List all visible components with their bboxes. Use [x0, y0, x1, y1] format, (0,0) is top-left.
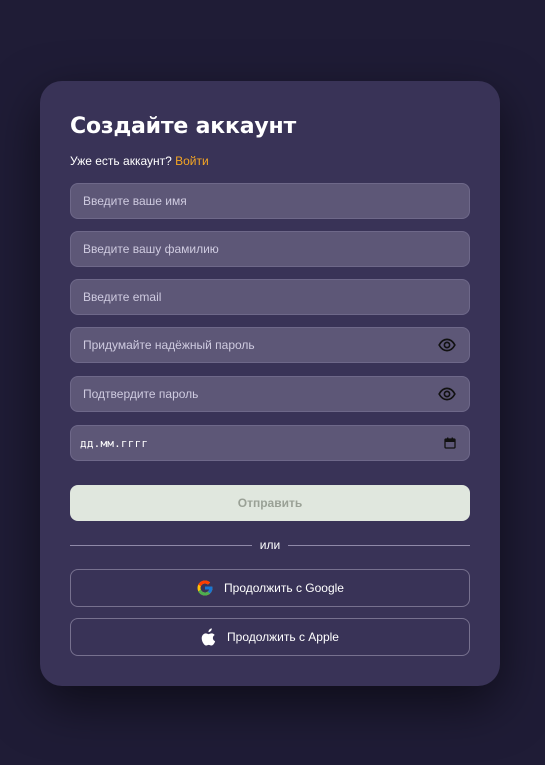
have-account-text: Уже есть аккаунт?	[70, 154, 176, 168]
submit-button[interactable]: Отправить	[70, 485, 470, 521]
apple-icon	[201, 628, 217, 646]
eye-icon[interactable]	[437, 335, 457, 355]
google-signin-button[interactable]: Продолжить с Google	[70, 569, 470, 607]
last-name-input[interactable]	[83, 242, 457, 256]
confirm-password-input[interactable]	[83, 387, 437, 401]
divider-line-right	[288, 544, 471, 546]
confirm-password-field[interactable]	[70, 376, 470, 412]
first-name-field[interactable]	[70, 183, 470, 219]
divider-line-left	[70, 544, 252, 546]
apple-signin-button[interactable]: Продолжить с Apple	[70, 618, 470, 656]
login-link[interactable]: Войти	[175, 154, 209, 168]
eye-icon[interactable]	[437, 384, 457, 404]
google-button-label: Продолжить с Google	[224, 581, 344, 595]
apple-button-label: Продолжить с Apple	[227, 630, 339, 644]
date-input-placeholder[interactable]: дд.мм.гггг	[80, 437, 443, 450]
login-prompt: Уже есть аккаунт? Войти	[70, 154, 209, 168]
password-field[interactable]	[70, 327, 470, 363]
password-input[interactable]	[83, 338, 437, 352]
page-title: Создайте аккаунт	[70, 114, 297, 139]
email-field[interactable]	[70, 279, 470, 315]
birthdate-field[interactable]: дд.мм.гггг	[70, 425, 470, 461]
email-input[interactable]	[83, 290, 457, 304]
divider-text: или	[259, 538, 281, 552]
signup-card: Создайте аккаунт Уже есть аккаунт? Войти	[40, 81, 500, 686]
or-divider: или	[70, 537, 471, 553]
google-icon	[196, 579, 214, 597]
calendar-icon[interactable]	[443, 436, 457, 450]
first-name-input[interactable]	[83, 194, 457, 208]
last-name-field[interactable]	[70, 231, 470, 267]
